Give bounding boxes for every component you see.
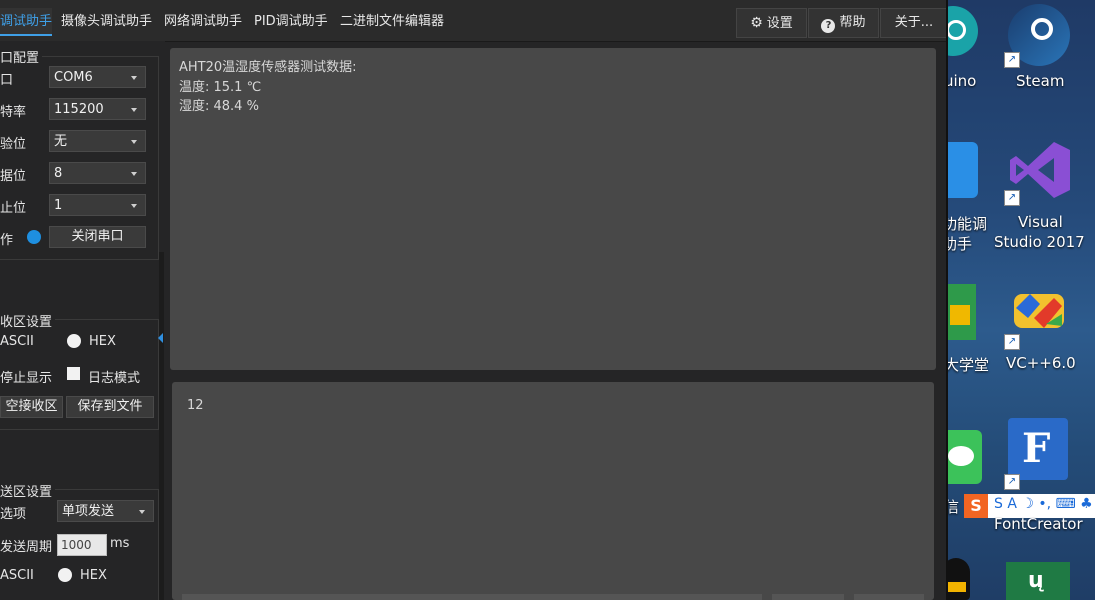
tab-camera-assistant[interactable]: 摄像头调试助手 [61, 8, 152, 36]
fontcreator-logo-icon: F [1022, 425, 1051, 472]
stopbits-value: 1 [54, 198, 63, 213]
receive-hex-radio[interactable] [67, 334, 81, 348]
help-button[interactable]: ? 帮助 [808, 8, 879, 38]
baud-label: 特率 [0, 105, 27, 120]
shortcut-arrow-icon: ↗ [1004, 334, 1020, 350]
left-settings-panel: 口配置 口 COM6 特率 115200 验位 无 据位 8 止位 1 作 关闭… [0, 41, 165, 600]
chevron-down-icon [131, 204, 137, 208]
gear-icon: ⚙ [750, 15, 763, 31]
university-logo-icon [950, 305, 970, 325]
save-to-file-button[interactable]: 保存到文件 [66, 396, 154, 418]
serial-config-title: 口配置 [0, 47, 43, 66]
left-panel-scrollbar[interactable] [159, 252, 164, 600]
log-mode-checkbox[interactable] [67, 367, 80, 380]
serial-assistant-window: 调试助手 摄像头调试助手 网络调试助手 PID调试助手 二进制文件编辑器 ⚙ 设置… [0, 0, 946, 600]
shortcut-arrow-icon: ↗ [1004, 190, 1020, 206]
port-value: COM6 [54, 70, 93, 85]
desktop-label-vc6: VC++6.0 [1006, 354, 1076, 372]
chevron-down-icon [131, 108, 137, 112]
send-hex-label: HEX [80, 568, 107, 583]
settings-button[interactable]: ⚙ 设置 [736, 8, 807, 38]
sogou-ime-icon[interactable]: S [964, 494, 988, 518]
send-ascii-label: ASCII [0, 568, 34, 583]
desktop-label-visual: Visual [1018, 213, 1063, 231]
receive-line: 温度: 15.1 ℃ [179, 79, 262, 95]
send-period-label: 发送周期 [0, 540, 53, 555]
send-text: 12 [187, 398, 204, 413]
send-input-bar[interactable] [182, 594, 762, 600]
send-extra-button[interactable] [854, 594, 924, 600]
send-period-unit: ms [110, 536, 130, 551]
desktop-label-steam: Steam [1016, 72, 1065, 90]
desktop-label-studio-2017: Studio 2017 [994, 233, 1085, 251]
desktop-background: uino ↗ Steam 功能调 助手 ↗ Visual Studio 2017… [948, 0, 1095, 600]
port-status-indicator [27, 230, 41, 244]
help-label: 帮助 [839, 15, 866, 30]
function-debug-icon[interactable] [948, 142, 978, 198]
parity-select[interactable]: 无 [49, 130, 146, 152]
vc6-icon[interactable] [1010, 288, 1068, 334]
databits-select[interactable]: 8 [49, 162, 146, 184]
qq-scarf-icon [948, 582, 966, 592]
desktop-label-arduino: uino [948, 72, 977, 90]
receive-line: AHT20温湿度传感器测试数据: [179, 60, 357, 75]
log-mode-label: 日志模式 [88, 371, 141, 386]
steam-logo-icon [1031, 18, 1053, 40]
tab-serial-assistant[interactable]: 调试助手 [0, 8, 52, 36]
baud-select[interactable]: 115200 [49, 98, 146, 120]
port-label: 口 [0, 73, 14, 88]
receive-area[interactable]: AHT20温湿度传感器测试数据: 温度: 15.1 ℃ 湿度: 48.4 % [170, 48, 936, 370]
chevron-down-icon [139, 510, 145, 514]
databits-value: 8 [54, 166, 63, 181]
chevron-down-icon [131, 76, 137, 80]
about-label: 关于... [894, 15, 934, 30]
send-option-label: 选项 [0, 507, 27, 522]
parity-value: 无 [54, 134, 68, 149]
stopbits-label: 止位 [0, 201, 27, 216]
receive-settings-title: 收区设置 [0, 311, 56, 330]
green-app-logo-icon: ų [1028, 568, 1044, 593]
chevron-down-icon [131, 140, 137, 144]
desktop-label-university: 大学堂 [948, 356, 990, 374]
clear-receive-button[interactable]: 空接收区 [0, 396, 63, 418]
receive-text: AHT20温湿度传感器测试数据: 温度: 15.1 ℃ 湿度: 48.4 % [179, 58, 357, 117]
desktop-label-assistant: 助手 [948, 235, 973, 253]
shortcut-arrow-icon: ↗ [1004, 52, 1020, 68]
wechat-bubble-icon [948, 446, 974, 466]
receive-hex-label: HEX [89, 334, 116, 349]
tab-network-assistant[interactable]: 网络调试助手 [164, 8, 242, 36]
pause-display-label[interactable]: 停止显示 [0, 367, 52, 386]
tab-binary-editor[interactable]: 二进制文件编辑器 [340, 8, 444, 36]
send-action-button[interactable] [772, 594, 844, 600]
close-port-button[interactable]: 关闭串口 [49, 226, 146, 248]
send-hex-radio[interactable] [58, 568, 72, 582]
parity-label: 验位 [0, 137, 27, 152]
baud-value: 115200 [54, 102, 104, 117]
settings-label: 设置 [766, 16, 793, 31]
desktop-label-fontcreator: FontCreator [994, 515, 1083, 533]
receive-ascii-label: ASCII [0, 334, 34, 349]
send-option-select[interactable]: 单项发送 [57, 500, 154, 522]
question-icon: ? [821, 19, 836, 33]
receive-line: 湿度: 48.4 % [179, 99, 259, 114]
send-settings-title: 送区设置 [0, 481, 56, 500]
top-tab-bar: 调试助手 摄像头调试助手 网络调试助手 PID调试助手 二进制文件编辑器 ⚙ 设置… [0, 0, 946, 42]
shortcut-arrow-icon: ↗ [1004, 474, 1020, 490]
qq-icon[interactable] [948, 558, 970, 600]
ime-toolbar-text: S A ☽ •, ⌨ ♣ [994, 496, 1093, 512]
chevron-down-icon [131, 172, 137, 176]
desktop-label-function-debug: 功能调 [948, 215, 988, 233]
vc6-logo-icon [1014, 294, 1064, 328]
operation-label: 作 [0, 233, 14, 248]
desktop-label-wechat: 信 [948, 498, 960, 516]
stopbits-select[interactable]: 1 [49, 194, 146, 216]
databits-label: 据位 [0, 169, 27, 184]
send-period-input[interactable]: 1000 [57, 534, 107, 556]
about-button[interactable]: 关于... [880, 8, 946, 38]
tab-pid-assistant[interactable]: PID调试助手 [254, 8, 328, 36]
send-option-value: 单项发送 [62, 504, 115, 519]
send-area[interactable]: 12 [172, 382, 934, 600]
port-select[interactable]: COM6 [49, 66, 146, 88]
collapse-panel-arrow-icon[interactable] [158, 333, 163, 343]
